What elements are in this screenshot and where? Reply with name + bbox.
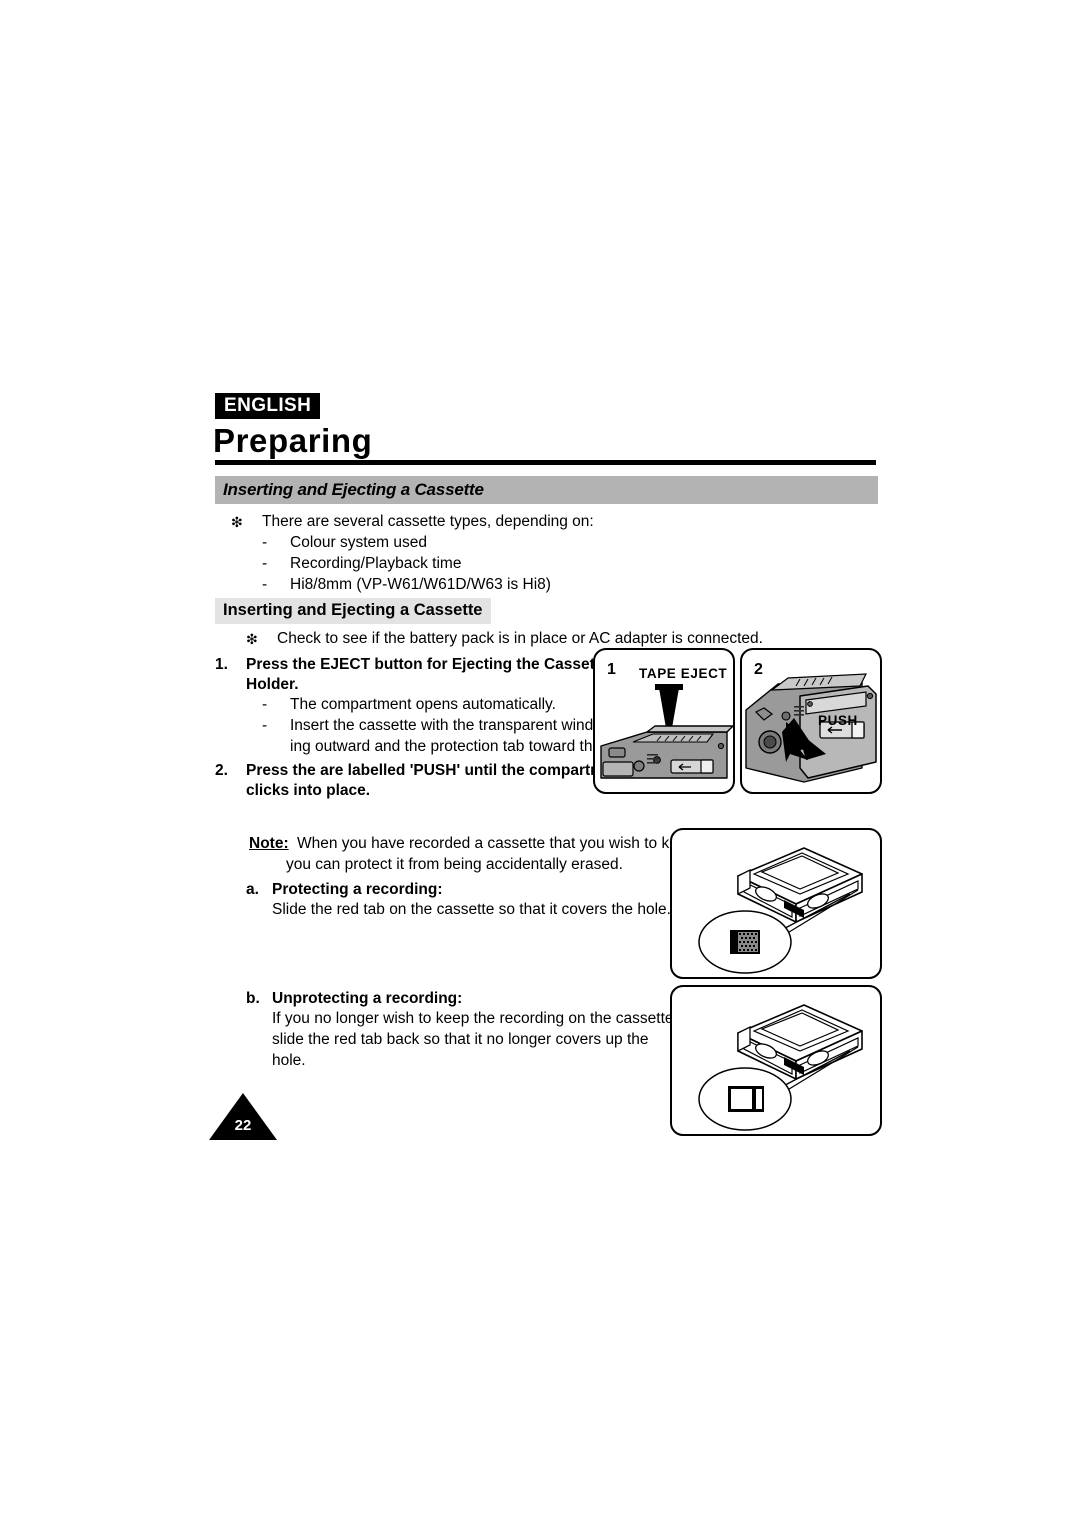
note-line1: When you have recorded a cassette that y…	[297, 835, 700, 852]
panel-2-label: 2	[754, 661, 763, 678]
step-1-number: 1.	[215, 656, 228, 673]
unprotect-body-line1: slide the red tab back so that it no lon…	[272, 1031, 649, 1048]
clover-bullet-icon: ❇	[231, 514, 243, 530]
illustration-panel-a	[670, 828, 882, 979]
step-2-number: 2.	[215, 762, 228, 779]
illustration-panel-b	[670, 985, 882, 1136]
illustration-panel-1: 1 TAPE EJECT	[593, 648, 735, 794]
intro-bullet-text: There are several cassette types, depend…	[262, 513, 594, 530]
section-banner: Inserting and Ejecting a Cassette	[215, 476, 878, 504]
dash-icon: -	[262, 696, 268, 713]
step-1-subitem-0-line0: The compartment opens automatically.	[290, 696, 556, 713]
unprotect-body-line2: hole.	[272, 1052, 306, 1069]
unprotect-marker: b.	[246, 990, 260, 1007]
intro-item-2: Hi8/8mm (VP-W61/W61D/W63 is Hi8)	[290, 576, 551, 593]
step-1-heading-line1: Press the EJECT button for Ejecting the …	[246, 656, 609, 673]
step-1-subitem-1-line0: Insert the cassette with the transparent…	[290, 717, 644, 734]
step-2-heading-line1: Press the are labelled 'PUSH' until the …	[246, 762, 628, 779]
illustration-panel-2: 2 PUSH	[740, 648, 882, 794]
step-1-heading-line2: Holder.	[246, 676, 299, 693]
page-number-value: 22	[234, 1117, 252, 1134]
unprotect-heading: Unprotecting a recording:	[272, 990, 463, 1007]
intro-item-0: Colour system used	[290, 534, 427, 551]
note-label: Note:	[249, 835, 289, 852]
dash-icon: -	[262, 576, 268, 593]
manual-page: ENGLISH Preparing Inserting and Ejecting…	[0, 0, 1080, 1528]
page-title: Preparing	[213, 422, 373, 459]
language-badge: ENGLISH	[215, 393, 321, 419]
clover-bullet-icon: ❇	[246, 631, 258, 647]
unprotect-body-line0: If you no longer wish to keep the record…	[272, 1010, 678, 1027]
title-divider	[215, 460, 876, 465]
step-2-heading-line2: clicks into place.	[246, 782, 371, 799]
protect-heading: Protecting a recording:	[272, 881, 443, 898]
protect-body-line0: Slide the red tab on the cassette so tha…	[272, 901, 671, 918]
cassette-unprotected-illustration	[698, 1004, 863, 1131]
intro-item-1: Recording/Playback time	[290, 555, 462, 572]
note-line2: you can protect it from being accidental…	[286, 856, 623, 873]
page-number: 22	[209, 1093, 277, 1140]
dash-icon: -	[262, 717, 268, 734]
dash-icon: -	[262, 555, 268, 572]
protect-marker: a.	[246, 881, 259, 898]
section-banner-label: Inserting and Ejecting a Cassette	[223, 480, 484, 499]
dash-icon: -	[262, 534, 268, 551]
panel-1-label: 1	[607, 661, 616, 678]
panel-1-caption: TAPE EJECT	[639, 666, 728, 681]
subsection-header: Inserting and Ejecting a Cassette	[215, 598, 491, 624]
step-1-subitem-1-line1: ing outward and the protection tab towar…	[290, 738, 632, 755]
cassette-protected-illustration	[698, 847, 863, 974]
subsection-bullet-text: Check to see if the battery pack is in p…	[277, 630, 763, 647]
panel-2-caption: PUSH	[818, 713, 858, 728]
